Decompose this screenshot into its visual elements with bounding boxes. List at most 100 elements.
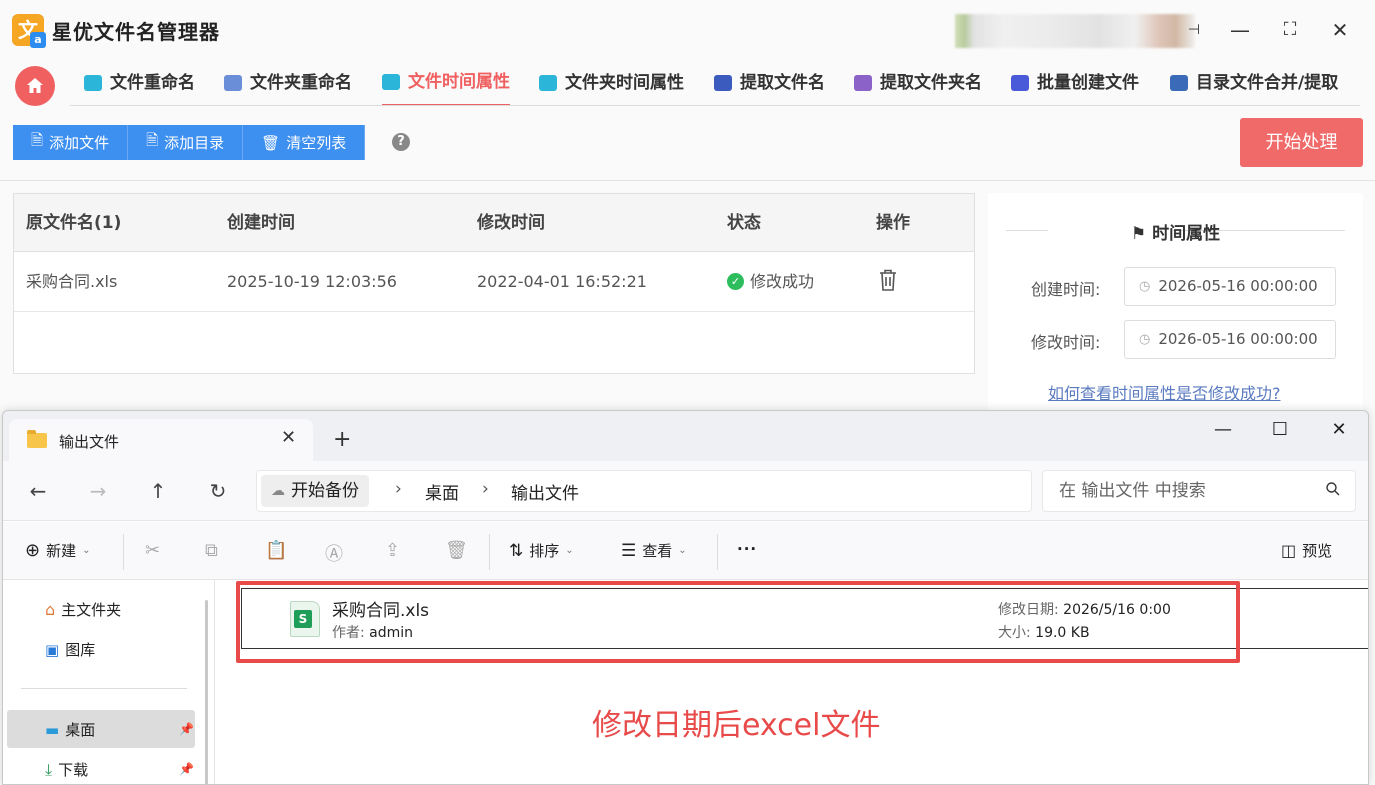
breadcrumb-desktop[interactable]: 桌面	[425, 479, 459, 504]
tab-batch-create[interactable]: 批量创建文件	[1011, 60, 1139, 106]
nav-selection-highlight	[7, 710, 195, 748]
scrollbar[interactable]	[205, 600, 208, 784]
close-button[interactable]: ✕	[1326, 16, 1354, 44]
trash-icon	[880, 269, 896, 291]
new-tab-button[interactable]: +	[333, 429, 351, 451]
folder-rename-icon	[224, 75, 242, 91]
divider	[0, 180, 1375, 181]
cell-status: ✓ 修改成功	[727, 252, 814, 312]
tab-file-rename[interactable]: 文件重命名	[84, 60, 195, 106]
tab-extract-foldername[interactable]: 提取文件夹名	[854, 60, 982, 106]
col-filename: 原文件名(1)	[26, 213, 122, 233]
minimize-button[interactable]: —	[1226, 16, 1254, 44]
title-bar: 文a 星优文件名管理器 ⊣ — ⛶ ✕	[0, 0, 1375, 60]
check-circle-icon: ✓	[727, 272, 744, 290]
cut-icon[interactable]: ✂	[145, 540, 160, 561]
tab-file-time[interactable]: 文件时间属性	[382, 60, 510, 106]
col-created: 创建时间	[227, 213, 295, 233]
extract-folder-icon	[854, 75, 872, 91]
chevron-right-icon: ›	[395, 479, 402, 499]
delete-button[interactable]	[877, 268, 899, 296]
minimize-button[interactable]: —	[1208, 419, 1238, 440]
forward-icon[interactable]: →	[83, 479, 113, 503]
close-button[interactable]: ✕	[1324, 419, 1354, 440]
col-action: 操作	[876, 213, 910, 233]
rename-icon[interactable]: Ⓐ	[325, 540, 343, 566]
pin-icon[interactable]: ⊣	[1180, 16, 1208, 44]
merge-icon	[1170, 75, 1188, 91]
paste-icon[interactable]: 📋	[265, 540, 287, 561]
chevron-down-icon: ⌄	[82, 545, 91, 556]
annotation-highlight-box	[236, 581, 1240, 663]
delete-icon[interactable]: 🗑	[445, 540, 468, 561]
flag-icon: ⚑	[1130, 224, 1153, 244]
share-icon[interactable]: ⇪	[385, 540, 400, 561]
nav-downloads[interactable]: ⤓ 下载	[45, 759, 88, 780]
rename-icon	[84, 75, 102, 91]
created-time-input[interactable]: ◷ 2026-05-16 00:00:00	[1124, 267, 1336, 306]
cell-filename: 采购合同.xls	[26, 272, 118, 291]
user-avatar-blurred[interactable]	[955, 14, 1195, 48]
clock-icon: ◷	[1139, 332, 1151, 347]
tab-merge-extract[interactable]: 目录文件合并/提取	[1170, 60, 1338, 106]
explorer-tab[interactable]: 输出文件 ✕	[9, 419, 313, 461]
nav-home[interactable]: ⌂ 主文件夹	[45, 599, 121, 620]
col-status: 状态	[727, 213, 761, 233]
tab-folder-rename[interactable]: 文件夹重命名	[224, 60, 352, 106]
table-row[interactable]: 采购合同.xls 2025-10-19 12:03:56 2022-04-01 …	[14, 252, 974, 312]
tab-label: 输出文件	[59, 433, 120, 451]
folder-time-icon	[539, 75, 557, 91]
new-button[interactable]: ⊕ 新建 ⌄	[25, 540, 91, 561]
preview-pane-icon: ◫	[1281, 541, 1297, 560]
view-button[interactable]: ☰ 查看 ⌄	[621, 540, 687, 561]
app-title: 星优文件名管理器	[52, 20, 220, 44]
divider	[21, 688, 187, 689]
chevron-down-icon: ⌄	[565, 545, 574, 556]
modified-time-input[interactable]: ◷ 2026-05-16 00:00:00	[1124, 320, 1336, 359]
preview-button[interactable]: ◫ 预览	[1281, 540, 1332, 561]
annotation-caption: 修改日期后excel文件	[592, 708, 881, 743]
modified-label: 修改时间:	[1031, 333, 1101, 352]
copy-icon[interactable]: ⧉	[205, 540, 218, 561]
tab-extract-filename[interactable]: 提取文件名	[714, 60, 825, 106]
desktop-icon: ▬	[45, 720, 60, 739]
address-bar[interactable]: ☁ 开始备份 › 桌面 › 输出文件	[256, 470, 1032, 512]
maximize-button[interactable]: ☐	[1265, 419, 1295, 440]
main-tabs: 文件重命名 文件夹重命名 文件时间属性 文件夹时间属性 提取文件名 提取文件夹名…	[0, 60, 1375, 106]
add-dir-button[interactable]: 🗎 添加目录	[128, 125, 244, 160]
close-tab-icon[interactable]: ✕	[281, 427, 296, 448]
start-button[interactable]: 开始处理	[1240, 118, 1363, 167]
back-icon[interactable]: ←	[23, 479, 53, 503]
help-link[interactable]: 如何查看时间属性是否修改成功?	[1048, 380, 1281, 404]
more-button[interactable]: ···	[737, 540, 757, 558]
breadcrumb-root[interactable]: ☁ 开始备份	[261, 475, 369, 507]
file-icon: 🗎	[31, 131, 44, 149]
app-logo: 文a	[12, 14, 46, 48]
view-list-icon: ☰	[621, 540, 637, 561]
command-bar: ⊕ 新建 ⌄ ✂ ⧉ 📋 Ⓐ ⇪ 🗑 ⇅ 排序 ⌄ ☰ 查看 ⌄ ··· ◫ 预览	[3, 522, 1368, 580]
add-file-button[interactable]: 🗎 添加文件	[13, 125, 129, 160]
refresh-icon[interactable]: ↻	[203, 479, 233, 503]
maximize-button[interactable]: ⛶	[1276, 16, 1304, 44]
pin-icon[interactable]: 📌	[179, 762, 194, 776]
toolbar: 🗎 添加文件 🗎 添加目录 🗑 清空列表	[13, 125, 366, 160]
nav-gallery[interactable]: ▣ 图库	[45, 639, 95, 660]
sort-button[interactable]: ⇅ 排序 ⌄	[509, 540, 574, 561]
breadcrumb-output[interactable]: 输出文件	[511, 479, 579, 504]
up-icon[interactable]: ↑	[143, 479, 173, 503]
sort-icon: ⇅	[509, 540, 524, 561]
clear-list-button[interactable]: 🗑 清空列表	[243, 125, 366, 160]
home-button[interactable]	[15, 66, 55, 106]
navigation-pane: ⌂ 主文件夹 ▣ 图库 ▬ 桌面 📌 ⤓ 下载 📌	[3, 580, 215, 784]
pin-icon[interactable]: 📌	[179, 722, 194, 736]
nav-desktop[interactable]: ▬ 桌面	[45, 719, 95, 740]
search-input[interactable]: 在 输出文件 中搜索	[1042, 470, 1356, 512]
tab-folder-time[interactable]: 文件夹时间属性	[539, 60, 684, 106]
clock-icon: ◷	[1139, 279, 1151, 294]
divider	[489, 534, 490, 570]
explorer-tab-bar: 输出文件 ✕ + — ☐ ✕	[3, 411, 1368, 461]
download-icon: ⤓	[45, 759, 53, 779]
plus-circle-icon: ⊕	[25, 540, 41, 561]
tabs-divider	[70, 105, 1360, 106]
help-icon[interactable]: ?	[392, 133, 410, 151]
